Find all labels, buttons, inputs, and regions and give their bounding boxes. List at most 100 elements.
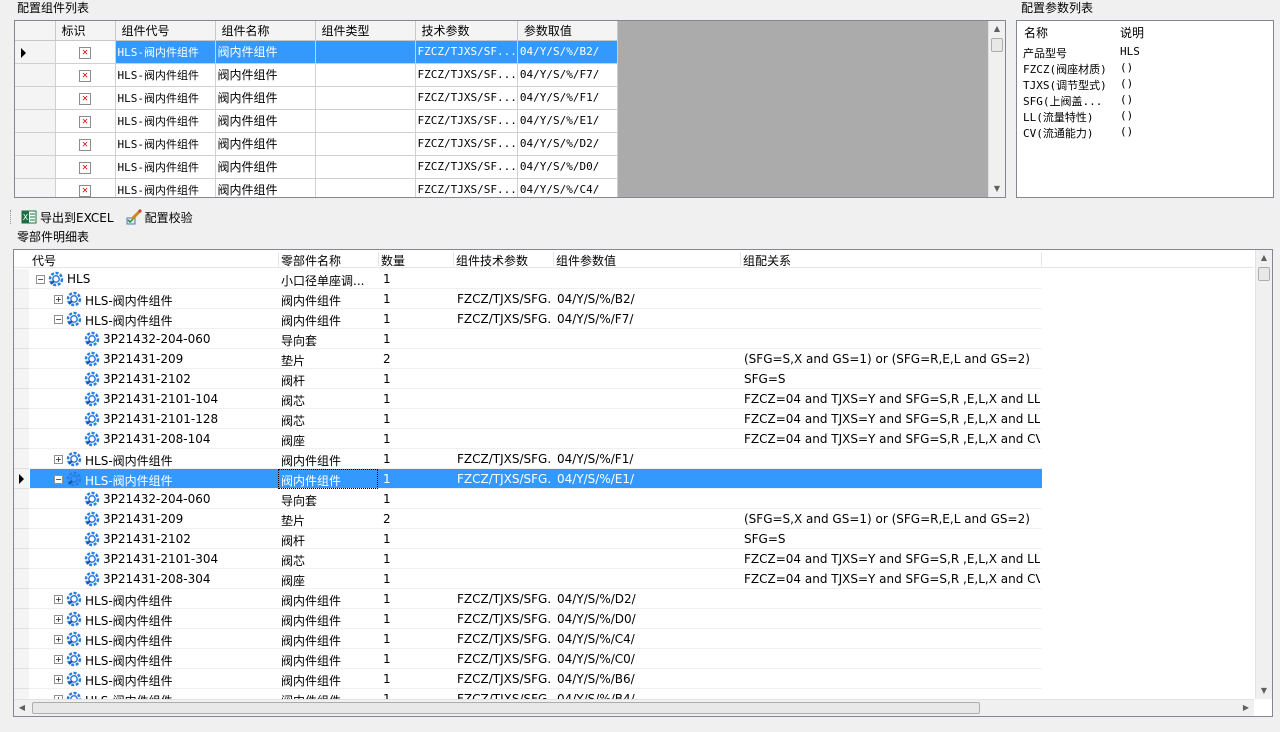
flag-cell[interactable]: ✕ (55, 132, 116, 156)
row-header[interactable] (14, 449, 29, 469)
tree-row[interactable]: + HLS-阀内件组件 阀内件组件 1 FZCZ/TJXS/SFG... 04/Y/S/%… (14, 609, 1042, 629)
parts-vscrollbar[interactable]: ▲ ▼ (1255, 250, 1272, 699)
tree-row[interactable]: 3P21431-2101-104 阀芯 1 FZCZ=04 and TJXS=Y an… (14, 389, 1042, 409)
export-excel-button[interactable]: X 导出到EXCEL (19, 209, 116, 226)
row-header[interactable] (15, 63, 56, 87)
name-cell[interactable]: 阀内件组件 (215, 40, 316, 64)
expand-icon[interactable]: + (54, 635, 63, 644)
scroll-down-arrow-icon[interactable]: ▼ (1256, 683, 1272, 699)
config-row[interactable]: ✕ HLS-阀内件组件 阀内件组件 FZCZ/TJXS/SF... 04/Y/S/%/E… (15, 109, 618, 133)
scroll-up-arrow-icon[interactable]: ▲ (1256, 250, 1272, 266)
expand-icon[interactable]: + (54, 595, 63, 604)
code-cell[interactable]: HLS-阀内件组件 (115, 63, 216, 87)
col-header-tech[interactable]: 技术参数 (415, 21, 518, 41)
code-cell[interactable]: HLS-阀内件组件 (115, 132, 216, 156)
tree-row[interactable]: 3P21432-204-060 导向套 1 (14, 489, 1042, 509)
name-cell[interactable]: 阀内件组件 (215, 155, 316, 179)
value-cell[interactable]: 04/Y/S/%/E1/ (517, 109, 618, 133)
config-row[interactable]: ✕ HLS-阀内件组件 阀内件组件 FZCZ/TJXS/SF... 04/Y/S/%/C… (15, 178, 618, 197)
expand-icon[interactable]: + (54, 675, 63, 684)
tree-row[interactable]: 3P21431-2102 阀杆 1 SFG=S (14, 369, 1042, 389)
params-col-desc[interactable]: 说明 (1120, 24, 1144, 41)
type-cell[interactable] (315, 155, 416, 179)
config-row[interactable]: ✕ HLS-阀内件组件 阀内件组件 FZCZ/TJXS/SF... 04/Y/S/%/D… (15, 155, 618, 179)
value-cell[interactable]: 04/Y/S/%/D0/ (517, 155, 618, 179)
parts-tree-list[interactable]: 代号 零部件名称 数量 组件技术参数 组件参数值 组配关系 − HLS 小口径单座调… (13, 249, 1273, 717)
row-header[interactable] (14, 269, 29, 289)
tree-row[interactable]: + HLS-阀内件组件 阀内件组件 1 FZCZ/TJXS/SFG... 04/Y/S/%… (14, 289, 1042, 309)
tree-row[interactable]: 3P21431-209 垫片 2 (SFG=S,X and GS=1) or (SFG… (14, 349, 1042, 369)
flag-cell[interactable]: ✕ (55, 40, 116, 64)
param-row[interactable]: SFG(上阀盖... () (1023, 93, 1263, 109)
row-header[interactable] (15, 109, 56, 133)
expand-icon[interactable]: + (54, 295, 63, 304)
row-header[interactable] (14, 369, 29, 389)
row-header[interactable] (14, 409, 29, 429)
expand-icon[interactable]: + (54, 655, 63, 664)
row-header[interactable] (14, 589, 29, 609)
hscroll-thumb[interactable] (32, 702, 980, 714)
parts-col-qty[interactable]: 数量 (381, 252, 405, 269)
config-grid-vscrollbar[interactable]: ▲ ▼ (988, 21, 1005, 197)
collapse-icon[interactable]: − (54, 315, 63, 324)
scroll-left-arrow-icon[interactable]: ◀ (14, 700, 30, 716)
name-cell[interactable]: 阀内件组件 (215, 63, 316, 87)
collapse-icon[interactable]: − (36, 275, 45, 284)
expand-icon[interactable]: + (54, 455, 63, 464)
param-row[interactable]: FZCZ(阀座材质) () (1023, 61, 1263, 77)
parts-col-name[interactable]: 零部件名称 (281, 252, 341, 269)
name-cell[interactable]: 阀内件组件 (215, 132, 316, 156)
param-row[interactable]: LL(流量特性) () (1023, 109, 1263, 125)
code-cell[interactable]: HLS-阀内件组件 (115, 178, 216, 197)
tree-row[interactable]: 3P21432-204-060 导向套 1 (14, 329, 1042, 349)
tech-cell[interactable]: FZCZ/TJXS/SF... (415, 132, 518, 156)
flag-cell[interactable]: ✕ (55, 109, 116, 133)
config-row[interactable]: ✕ HLS-阀内件组件 阀内件组件 FZCZ/TJXS/SF... 04/Y/S/%/B… (15, 40, 618, 64)
tree-row[interactable]: 3P21431-208-104 阀座 1 FZCZ=04 and TJXS=Y and… (14, 429, 1042, 449)
collapse-icon[interactable]: − (54, 475, 63, 484)
tree-row[interactable]: + HLS-阀内件组件 阀内件组件 1 FZCZ/TJXS/SFG... 04/Y/S/%… (14, 649, 1042, 669)
config-row[interactable]: ✕ HLS-阀内件组件 阀内件组件 FZCZ/TJXS/SF... 04/Y/S/%/F… (15, 63, 618, 87)
tree-row[interactable]: 3P21431-208-304 阀座 1 FZCZ=04 and TJXS=Y and… (14, 569, 1042, 589)
tree-row[interactable]: 3P21431-2101-128 阀芯 1 FZCZ=04 and TJXS=Y an… (14, 409, 1042, 429)
tree-row[interactable]: − HLS 小口径单座调... 1 (14, 269, 1042, 289)
param-row[interactable]: TJXS(调节型式) () (1023, 77, 1263, 93)
tech-cell[interactable]: FZCZ/TJXS/SF... (415, 155, 518, 179)
tree-row[interactable]: + HLS-阀内件组件 阀内件组件 1 FZCZ/TJXS/SFG... 04/Y/S/%… (14, 589, 1042, 609)
code-cell[interactable]: HLS-阀内件组件 (115, 155, 216, 179)
parts-col-code[interactable]: 代号 (32, 252, 56, 269)
name-cell[interactable]: 阀内件组件 (215, 86, 316, 110)
col-header-name[interactable]: 组件名称 (215, 21, 316, 41)
param-row[interactable]: CV(流通能力) () (1023, 125, 1263, 141)
tech-cell[interactable]: FZCZ/TJXS/SF... (415, 109, 518, 133)
tech-cell[interactable]: FZCZ/TJXS/SF... (415, 40, 518, 64)
col-header-flag[interactable]: 标识 (55, 21, 116, 41)
row-header[interactable] (15, 132, 56, 156)
row-header[interactable] (14, 509, 29, 529)
expand-icon[interactable]: + (54, 615, 63, 624)
value-cell[interactable]: 04/Y/S/%/C4/ (517, 178, 618, 197)
row-header[interactable] (14, 429, 29, 449)
row-header[interactable] (14, 389, 29, 409)
type-cell[interactable] (315, 132, 416, 156)
type-cell[interactable] (315, 178, 416, 197)
config-params-list[interactable]: 名称 说明 产品型号 HLS FZCZ(阀座材质)() TJXS(调节型式)() SFG… (1016, 20, 1274, 198)
row-header[interactable] (14, 309, 29, 329)
name-cell[interactable]: 阀内件组件 (215, 109, 316, 133)
row-header[interactable] (15, 155, 56, 179)
value-cell[interactable]: 04/Y/S/%/D2/ (517, 132, 618, 156)
code-cell[interactable]: HLS-阀内件组件 (115, 109, 216, 133)
tree-row[interactable]: 3P21431-209 垫片 2 (SFG=S,X and GS=1) or (SFG… (14, 509, 1042, 529)
parts-col-relation[interactable]: 组配关系 (743, 252, 791, 269)
value-cell[interactable]: 04/Y/S/%/B2/ (517, 40, 618, 64)
scroll-right-arrow-icon[interactable]: ▶ (1238, 700, 1254, 716)
tech-cell[interactable]: FZCZ/TJXS/SF... (415, 86, 518, 110)
toolbar-grip[interactable] (10, 210, 13, 224)
row-header[interactable] (14, 529, 29, 549)
tree-row[interactable]: − HLS-阀内件组件 阀内件组件 1 FZCZ/TJXS/SFG... 04/Y/S/%… (14, 469, 1042, 489)
name-cell[interactable]: 阀内件组件 (215, 178, 316, 197)
row-header[interactable] (15, 178, 56, 197)
row-header[interactable] (14, 669, 29, 689)
row-header[interactable] (14, 489, 29, 509)
col-header-value[interactable]: 参数取值 (517, 21, 618, 41)
